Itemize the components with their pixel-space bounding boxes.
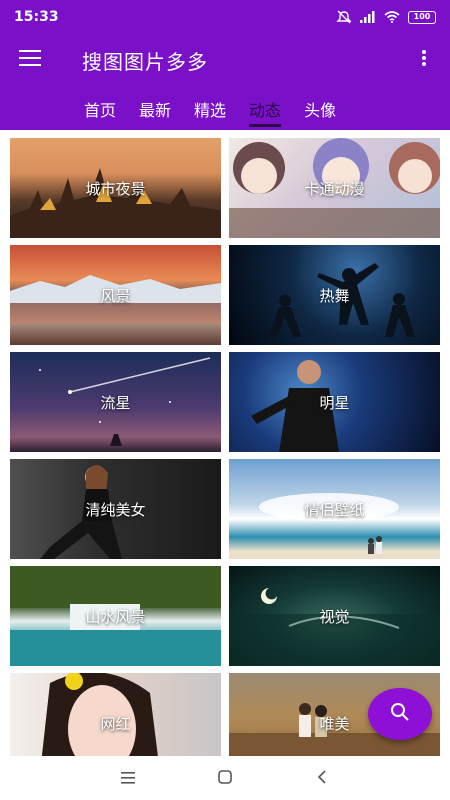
tab-label: 首页 xyxy=(84,101,117,120)
category-card-meteor[interactable]: 流星 xyxy=(10,352,221,452)
tab-home[interactable]: 首页 xyxy=(84,86,116,130)
category-card-pure-beauty[interactable]: 清纯美女 xyxy=(10,459,221,559)
tab-label: 精选 xyxy=(194,101,227,120)
category-label: 卡通动漫 xyxy=(304,179,365,198)
app-bar: 搜图图片多多 xyxy=(0,34,450,86)
more-options-button[interactable] xyxy=(412,48,436,72)
mute-icon xyxy=(336,10,352,24)
category-label: 明星 xyxy=(319,393,350,412)
recents-button[interactable] xyxy=(108,758,148,798)
category-grid: 城市夜景 卡通动漫 风景 热舞 流星 明星 清纯美女 情侣壁纸 山水风景 视觉 … xyxy=(10,138,440,756)
battery-icon: 100 xyxy=(408,10,436,24)
system-nav-bar xyxy=(0,756,450,800)
category-label: 热舞 xyxy=(319,286,350,305)
category-label: 情侣壁纸 xyxy=(304,500,365,519)
recents-icon xyxy=(121,769,136,788)
wifi-icon xyxy=(384,11,400,23)
category-label: 流星 xyxy=(100,393,131,412)
battery-level: 100 xyxy=(413,12,431,21)
signal-icon xyxy=(360,11,376,23)
category-card-dance[interactable]: 热舞 xyxy=(229,245,440,345)
category-card-influencer[interactable]: 网红 xyxy=(10,673,221,756)
category-label: 唯美 xyxy=(319,714,350,733)
category-label: 网红 xyxy=(100,714,131,733)
tab-bar: 首页 最新 精选 动态 头像 xyxy=(0,86,450,130)
status-icons: 100 xyxy=(336,10,436,24)
tab-latest[interactable]: 最新 xyxy=(139,86,171,130)
category-card-landscape[interactable]: 山水风景 xyxy=(10,566,221,666)
tab-label: 动态 xyxy=(249,101,282,120)
category-card-couple-wallpaper[interactable]: 情侣壁纸 xyxy=(229,459,440,559)
back-button[interactable] xyxy=(302,758,342,798)
tab-label: 最新 xyxy=(139,101,172,120)
category-card-visual[interactable]: 视觉 xyxy=(229,566,440,666)
tab-avatar[interactable]: 头像 xyxy=(304,86,336,130)
more-vert-icon xyxy=(421,49,427,71)
category-label: 风景 xyxy=(100,286,131,305)
app-title: 搜图图片多多 xyxy=(82,49,208,74)
category-card-star[interactable]: 明星 xyxy=(229,352,440,452)
status-time: 15:33 xyxy=(14,9,59,25)
hamburger-icon xyxy=(19,50,41,70)
home-button[interactable] xyxy=(205,758,245,798)
tab-dynamic[interactable]: 动态 xyxy=(249,86,282,130)
search-fab[interactable] xyxy=(368,688,432,740)
menu-button[interactable] xyxy=(0,34,60,86)
category-label: 山水风景 xyxy=(85,607,146,626)
category-label: 清纯美女 xyxy=(85,500,146,519)
category-card-city-night[interactable]: 城市夜景 xyxy=(10,138,221,238)
home-icon xyxy=(218,769,232,788)
tab-featured[interactable]: 精选 xyxy=(194,86,226,130)
category-label: 城市夜景 xyxy=(85,179,146,198)
category-label: 视觉 xyxy=(319,607,350,626)
category-card-scenery[interactable]: 风景 xyxy=(10,245,221,345)
status-bar: 15:33 100 xyxy=(0,0,450,34)
category-card-cartoon[interactable]: 卡通动漫 xyxy=(229,138,440,238)
search-icon xyxy=(390,702,410,726)
back-icon xyxy=(317,769,327,788)
tab-label: 头像 xyxy=(304,101,337,120)
